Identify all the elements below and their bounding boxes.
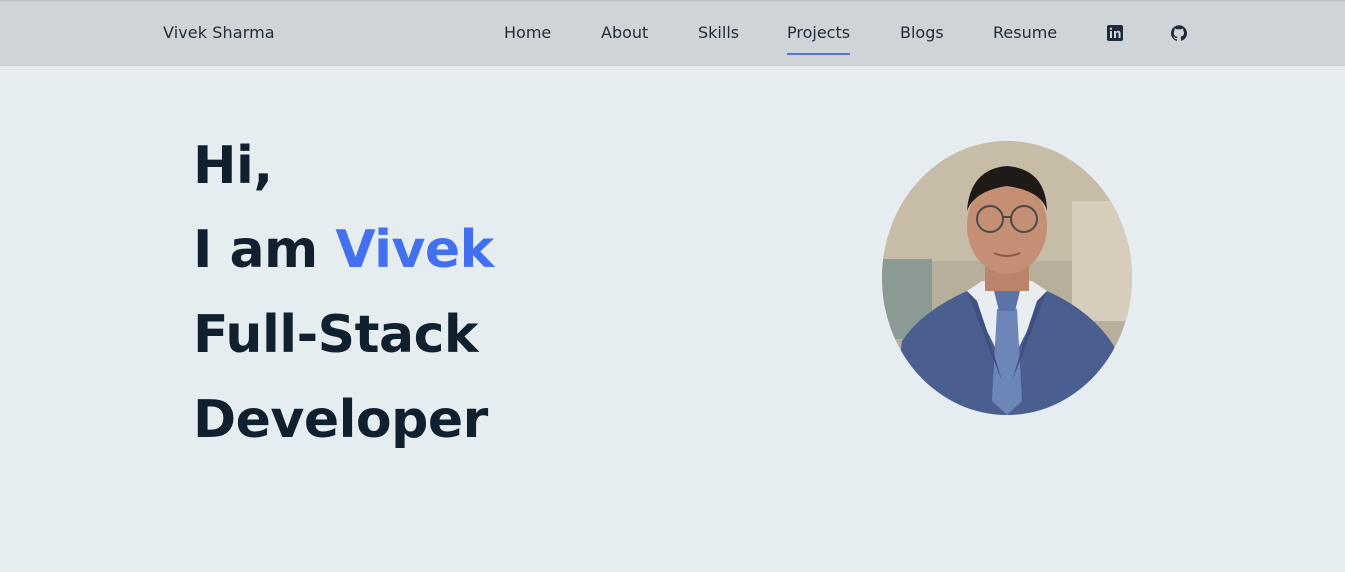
profile-photo	[882, 141, 1132, 415]
hero-greeting: Hi,	[193, 136, 273, 196]
linkedin-icon[interactable]	[1106, 24, 1124, 42]
hero-intro-prefix: I am	[193, 220, 318, 280]
hero-intro: I am Vivek	[193, 224, 494, 276]
brand-link[interactable]: Vivek Sharma	[163, 23, 275, 42]
nav-link-home[interactable]: Home	[504, 23, 551, 42]
nav-link-about[interactable]: About	[601, 23, 648, 42]
hero-name: Vivek	[335, 220, 494, 280]
nav-link-projects[interactable]: Projects	[787, 23, 851, 55]
hero-role-line2: Developer	[193, 390, 488, 450]
nav-link-resume[interactable]: Resume	[993, 23, 1057, 42]
nav-link-skills[interactable]: Skills	[698, 23, 739, 42]
hero-role-line1: Full-Stack	[193, 305, 479, 365]
navbar: Vivek Sharma Home About Skills Projects …	[0, 0, 1345, 66]
github-icon[interactable]	[1170, 24, 1188, 42]
nav-link-blogs[interactable]: Blogs	[900, 23, 944, 42]
